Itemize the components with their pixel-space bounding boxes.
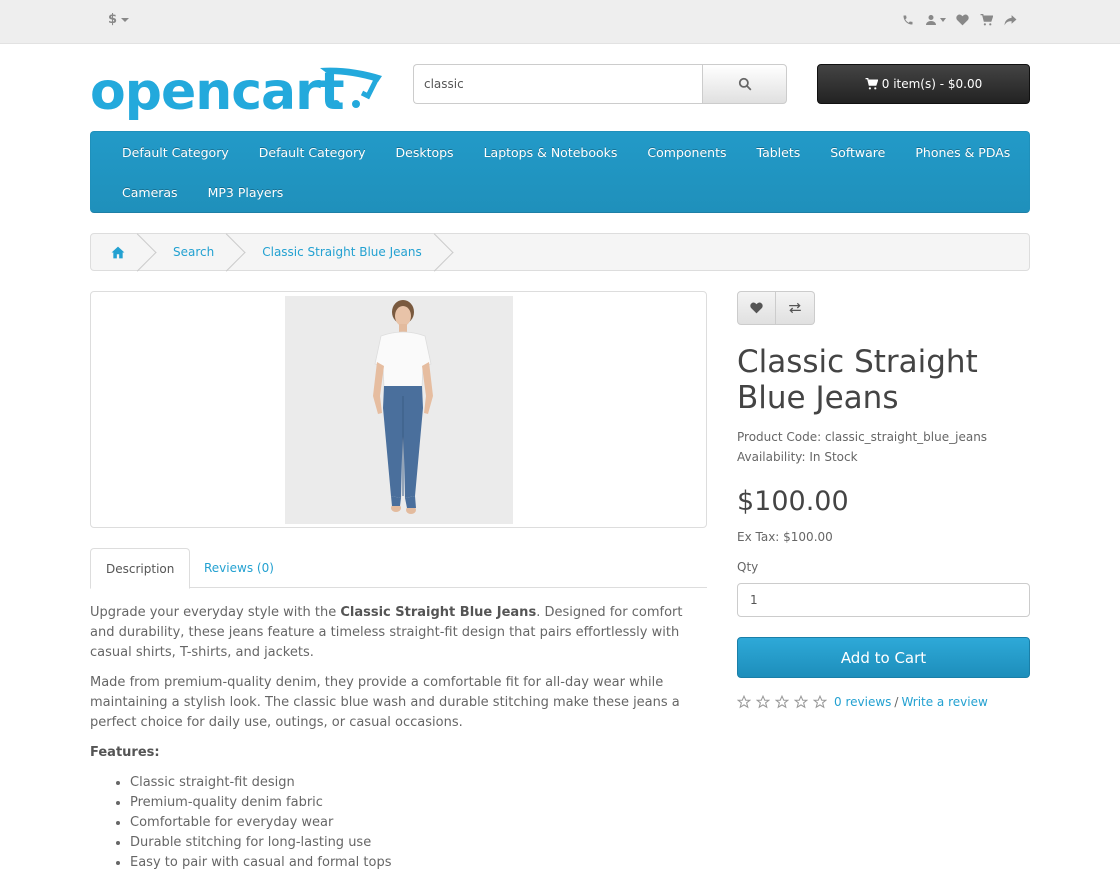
menu-item-tablets[interactable]: Tablets bbox=[742, 145, 816, 160]
search-icon bbox=[738, 77, 751, 91]
product-thumbnail[interactable] bbox=[90, 291, 707, 528]
product-image[interactable] bbox=[285, 296, 513, 524]
tab-description[interactable]: Description bbox=[90, 548, 191, 589]
product-rating: 0 reviews / Write a review bbox=[737, 694, 988, 710]
star-empty-icon bbox=[756, 694, 775, 710]
product-availability: Availability: In Stock bbox=[737, 450, 858, 464]
currency-dropdown[interactable]: $ bbox=[108, 12, 130, 27]
cart-total: 0 item(s) - $0.00 bbox=[881, 77, 983, 91]
breadcrumb: Search Classic Straight Blue Jeans bbox=[90, 233, 1030, 271]
breadcrumb-link-search[interactable]: Search bbox=[173, 245, 214, 259]
opencart-logo[interactable]: opencart bbox=[90, 62, 390, 124]
breadcrumb-home[interactable] bbox=[91, 234, 145, 270]
write-review-link[interactable]: Write a review bbox=[901, 695, 987, 709]
quantity-input[interactable] bbox=[737, 583, 1030, 617]
home-icon bbox=[111, 246, 125, 258]
add-to-cart-button[interactable]: Add to Cart bbox=[737, 637, 1030, 678]
star-empty-icon bbox=[737, 694, 756, 710]
list-item: Premium-quality denim fabric bbox=[130, 793, 707, 813]
rating-separator: / bbox=[894, 695, 899, 709]
menu-row: Cameras MP3 Players bbox=[107, 172, 298, 212]
product-tabs: Description Reviews (0) bbox=[90, 548, 707, 589]
search-button[interactable] bbox=[702, 64, 787, 104]
top-links bbox=[896, 11, 1022, 29]
reviews-link[interactable]: 0 reviews bbox=[834, 695, 891, 709]
menu-item-default-category[interactable]: Default Category bbox=[107, 145, 244, 160]
qty-label: Qty bbox=[737, 560, 759, 574]
star-empty-icon bbox=[775, 694, 794, 710]
exchange-icon bbox=[789, 302, 801, 314]
star-empty-icon bbox=[813, 694, 832, 710]
user-icon[interactable] bbox=[920, 11, 950, 29]
search-input[interactable] bbox=[413, 64, 702, 104]
cart-button[interactable]: 0 item(s) - $0.00 bbox=[817, 64, 1030, 104]
features-title: Features: bbox=[90, 745, 160, 760]
currency-label: $ bbox=[108, 12, 118, 27]
menu-item-default-category[interactable]: Default Category bbox=[244, 145, 381, 160]
product-actions bbox=[737, 291, 815, 325]
menu-row: Default Category Default Category Deskto… bbox=[107, 132, 1025, 172]
menu-item-laptops[interactable]: Laptops & Notebooks bbox=[469, 145, 633, 160]
caret-down-icon bbox=[121, 17, 130, 22]
menu-item-cameras[interactable]: Cameras bbox=[107, 185, 193, 200]
menu-item-phones[interactable]: Phones & PDAs bbox=[900, 145, 1025, 160]
product-description: Upgrade your everyday style with the Cla… bbox=[90, 603, 707, 873]
add-to-wishlist-button[interactable] bbox=[737, 291, 776, 325]
description-paragraph: Made from premium-quality denim, they pr… bbox=[90, 675, 680, 730]
product-title: Classic Straight Blue Jeans bbox=[737, 344, 978, 416]
list-item: Classic straight-fit design bbox=[130, 773, 707, 793]
top-bar: $ bbox=[0, 0, 1120, 44]
list-item: Durable stitching for long-lasting use bbox=[130, 833, 707, 853]
phone-icon[interactable] bbox=[896, 11, 920, 29]
heart-icon bbox=[750, 302, 763, 314]
caret-down-icon bbox=[939, 18, 946, 22]
product-code: Product Code: classic_straight_blue_jean… bbox=[737, 430, 988, 444]
product-ex-tax: Ex Tax: $100.00 bbox=[737, 530, 833, 544]
menu-item-software[interactable]: Software bbox=[815, 145, 900, 160]
main-menu: Default Category Default Category Deskto… bbox=[90, 131, 1030, 213]
star-empty-icon bbox=[794, 694, 813, 710]
share-icon[interactable] bbox=[998, 11, 1022, 29]
product-price: $100.00 bbox=[737, 486, 849, 517]
cart-icon[interactable] bbox=[974, 11, 998, 29]
description-paragraph: Upgrade your everyday style with the Cla… bbox=[90, 605, 683, 660]
list-item: Comfortable for everyday wear bbox=[130, 813, 707, 833]
list-item: Easy to pair with casual and formal tops bbox=[130, 853, 707, 873]
breadcrumb-item[interactable]: Classic Straight Blue Jeans bbox=[234, 234, 442, 270]
menu-item-desktops[interactable]: Desktops bbox=[381, 145, 469, 160]
search-bar bbox=[413, 64, 787, 104]
menu-item-mp3-players[interactable]: MP3 Players bbox=[193, 185, 299, 200]
heart-icon[interactable] bbox=[950, 11, 974, 29]
menu-item-components[interactable]: Components bbox=[632, 145, 741, 160]
logo-text: opencart bbox=[90, 62, 344, 122]
tab-reviews[interactable]: Reviews (0) bbox=[189, 548, 289, 588]
compare-button[interactable] bbox=[776, 291, 815, 325]
cart-icon bbox=[865, 78, 878, 90]
breadcrumb-item[interactable]: Search bbox=[145, 234, 234, 270]
product-name-bold: Classic Straight Blue Jeans bbox=[340, 605, 537, 620]
features-list: Classic straight-fit design Premium-qual… bbox=[90, 773, 707, 873]
breadcrumb-link-product[interactable]: Classic Straight Blue Jeans bbox=[262, 245, 422, 259]
